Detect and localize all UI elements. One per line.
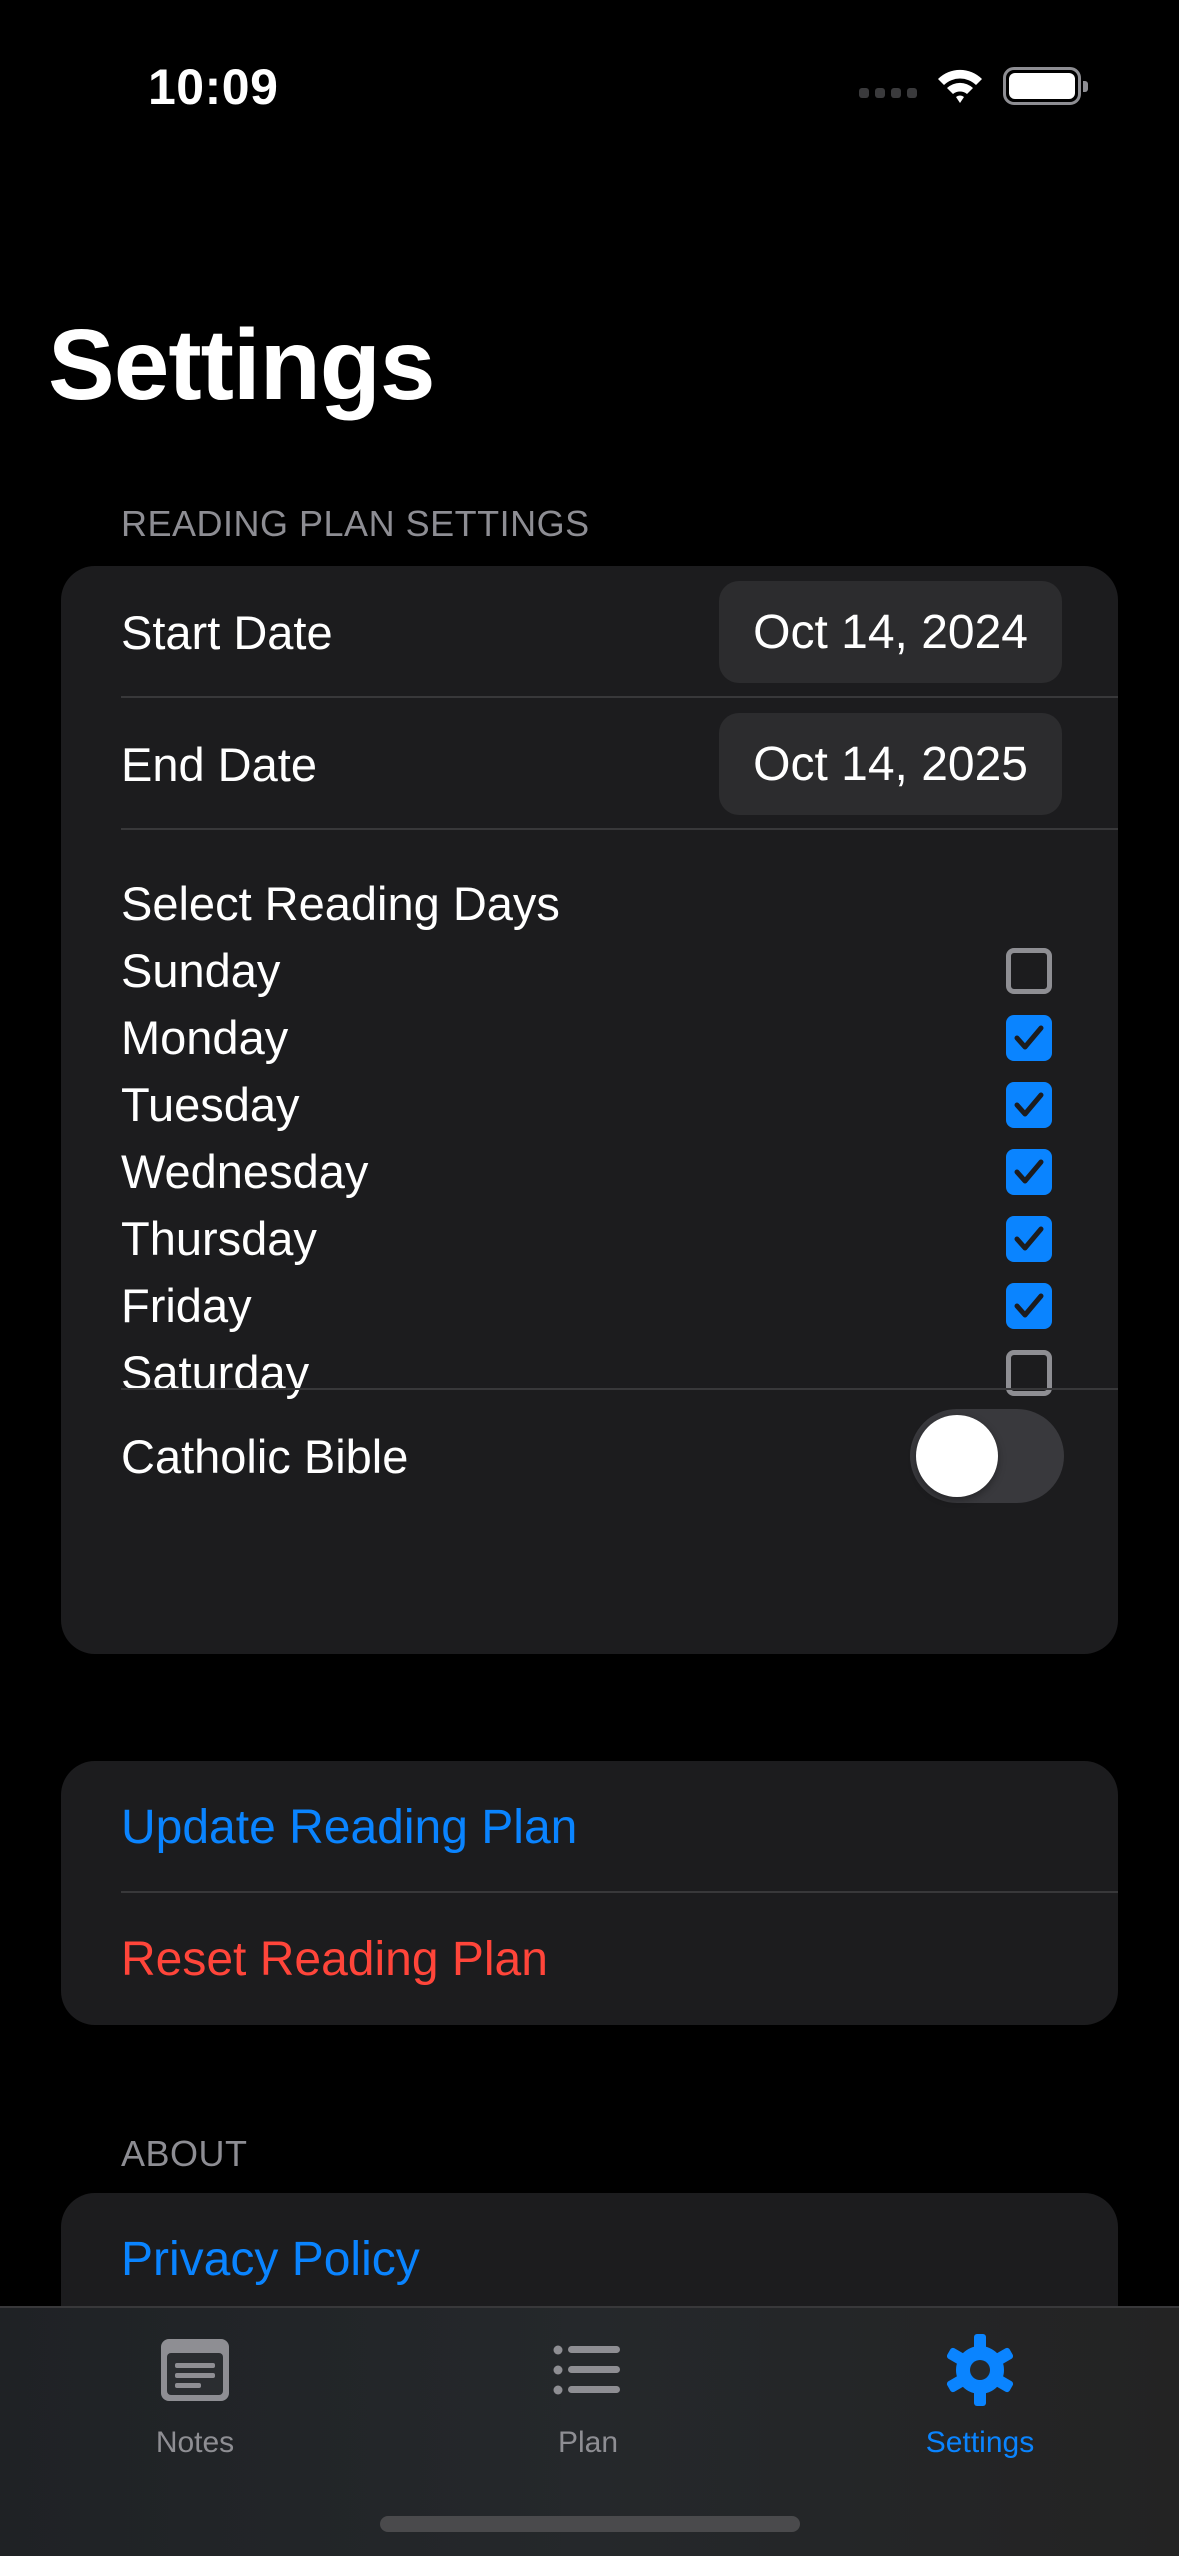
reading-plan-section-header: READING PLAN SETTINGS — [121, 503, 590, 544]
update-reading-plan-label: Update Reading Plan — [121, 1800, 578, 1854]
day-checkbox[interactable] — [1006, 1081, 1052, 1128]
catholic-bible-toggle[interactable] — [910, 1409, 1064, 1503]
day-checkbox[interactable] — [1006, 947, 1052, 994]
catholic-bible-row: Catholic Bible — [61, 1390, 1118, 1522]
privacy-policy-label: Privacy Policy — [121, 2232, 420, 2286]
day-checkbox[interactable] — [1006, 1148, 1052, 1195]
cellular-signal-icon — [859, 88, 917, 98]
battery-icon — [1003, 67, 1088, 105]
checkmark-icon — [1014, 1159, 1044, 1183]
day-row-friday[interactable]: Friday — [121, 1272, 1058, 1339]
status-icons — [859, 66, 1088, 106]
reading-days-title: Select Reading Days — [121, 877, 560, 930]
start-date-picker[interactable]: Oct 14, 2024 — [719, 581, 1062, 683]
day-row-tuesday[interactable]: Tuesday — [121, 1071, 1058, 1138]
day-label: Wednesday — [121, 1145, 369, 1198]
tab-label: Settings — [925, 2426, 1035, 2459]
day-checkbox[interactable] — [1006, 1014, 1052, 1061]
day-checkbox[interactable] — [1006, 1215, 1052, 1262]
day-checkbox[interactable] — [1006, 1282, 1052, 1329]
update-reading-plan-button[interactable]: Update Reading Plan — [61, 1761, 1118, 1893]
day-label: Friday — [121, 1279, 252, 1332]
tab-plan[interactable]: Plan — [468, 2308, 708, 2460]
checkmark-icon — [1014, 1293, 1044, 1317]
day-label: Thursday — [121, 1212, 317, 1265]
reading-plan-group: Start Date Oct 14, 2024 End Date Oct 14,… — [61, 566, 1118, 1654]
gear-icon — [942, 2330, 1018, 2410]
day-row-wednesday[interactable]: Wednesday — [121, 1138, 1058, 1205]
reading-days-block: Select Reading Days Sunday Monday Tuesda… — [61, 830, 1118, 1399]
tab-label: Notes — [155, 2426, 235, 2459]
list-icon — [552, 2330, 624, 2410]
tab-label: Plan — [557, 2426, 619, 2459]
home-indicator — [380, 2516, 800, 2532]
reset-reading-plan-button[interactable]: Reset Reading Plan — [61, 1893, 1118, 2025]
catholic-bible-label: Catholic Bible — [121, 1429, 409, 1483]
page-title: Settings — [48, 309, 435, 421]
plan-actions-group: Update Reading Plan Reset Reading Plan — [61, 1761, 1118, 2025]
about-section-header: ABOUT — [121, 2133, 248, 2174]
notes-icon — [159, 2330, 231, 2410]
status-bar: 10:09 — [0, 0, 1179, 170]
wifi-icon — [938, 69, 982, 103]
day-label: Monday — [121, 1011, 289, 1064]
day-row-sunday[interactable]: Sunday — [121, 937, 1058, 1004]
end-date-picker[interactable]: Oct 14, 2025 — [719, 713, 1062, 815]
tab-notes[interactable]: Notes — [75, 2308, 315, 2460]
start-date-label: Start Date — [121, 605, 333, 659]
day-row-thursday[interactable]: Thursday — [121, 1205, 1058, 1272]
day-label: Sunday — [121, 944, 281, 997]
start-date-row: Start Date Oct 14, 2024 — [61, 566, 1118, 698]
checkmark-icon — [1014, 1025, 1044, 1049]
day-label: Tuesday — [121, 1078, 300, 1131]
checkmark-icon — [1014, 1226, 1044, 1250]
end-date-row: End Date Oct 14, 2025 — [61, 698, 1118, 830]
status-time: 10:09 — [148, 59, 279, 115]
day-row-monday[interactable]: Monday — [121, 1004, 1058, 1071]
tab-settings[interactable]: Settings — [860, 2308, 1100, 2460]
reading-days-list: Sunday Monday Tuesday Wednesday Thursday… — [121, 937, 1058, 1406]
toggle-knob — [916, 1415, 998, 1497]
end-date-label: End Date — [121, 737, 317, 791]
reset-reading-plan-label: Reset Reading Plan — [121, 1932, 548, 1986]
checkmark-icon — [1014, 1092, 1044, 1116]
